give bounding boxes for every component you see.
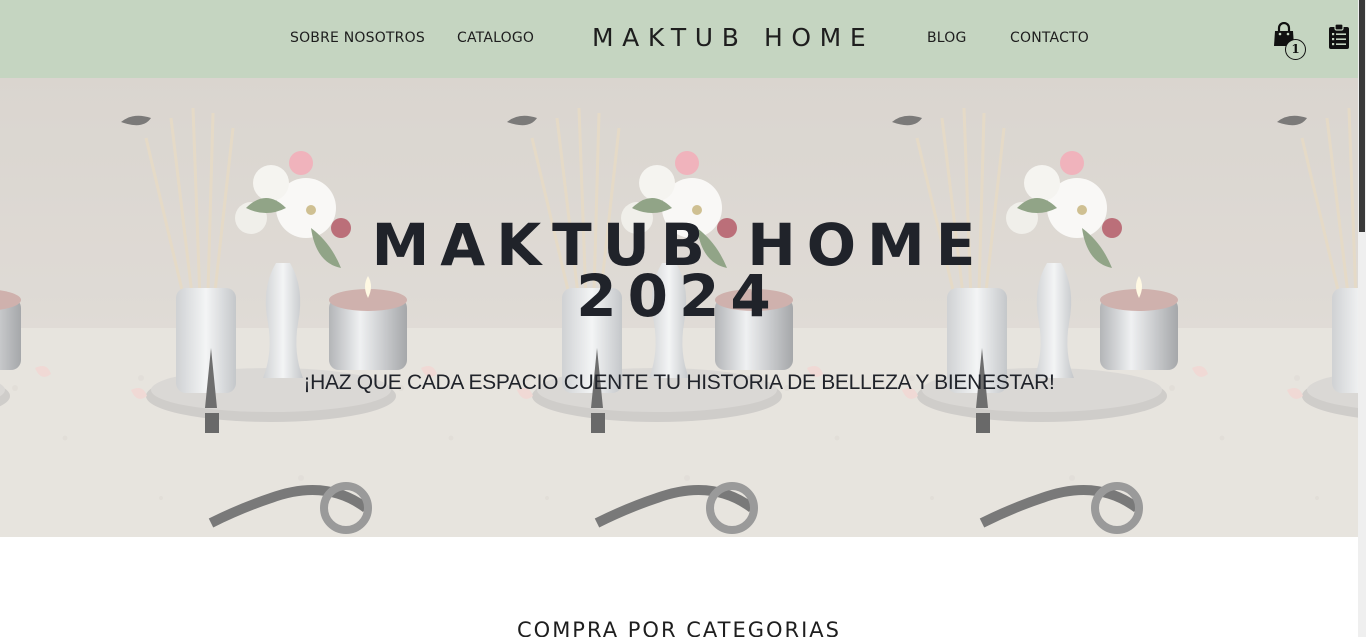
cart-count-badge: 1 <box>1285 39 1306 60</box>
nav-link-blog[interactable]: BLOG <box>927 30 967 46</box>
orders-button[interactable] <box>1328 23 1350 50</box>
hero-title-year: 2024 <box>576 262 782 330</box>
scrollbar-thumb[interactable] <box>1359 0 1365 232</box>
hero-subtitle: ¡HAZ QUE CADA ESPACIO CUENTE TU HISTORIA… <box>303 371 1055 394</box>
categories-heading: COMPRA POR CATEGORIAS <box>517 618 841 637</box>
hero-banner: MAKTUB HOME 2024 ¡HAZ QUE CADA ESPACIO C… <box>0 78 1358 537</box>
nav-link-sobre-nosotros[interactable]: SOBRE NOSOTROS <box>290 30 425 46</box>
brand-logo[interactable]: MAKTUB HOME <box>592 23 874 52</box>
nav-link-contacto[interactable]: CONTACTO <box>1010 30 1089 46</box>
page-scrollbar[interactable] <box>1358 0 1366 637</box>
nav-link-catalogo[interactable]: CATALOGO <box>457 30 534 46</box>
clipboard-icon <box>1329 23 1349 49</box>
top-navbar: SOBRE NOSOTROS CATALOGO MAKTUB HOME BLOG… <box>0 0 1358 78</box>
cart-button[interactable]: 1 <box>1272 22 1308 64</box>
